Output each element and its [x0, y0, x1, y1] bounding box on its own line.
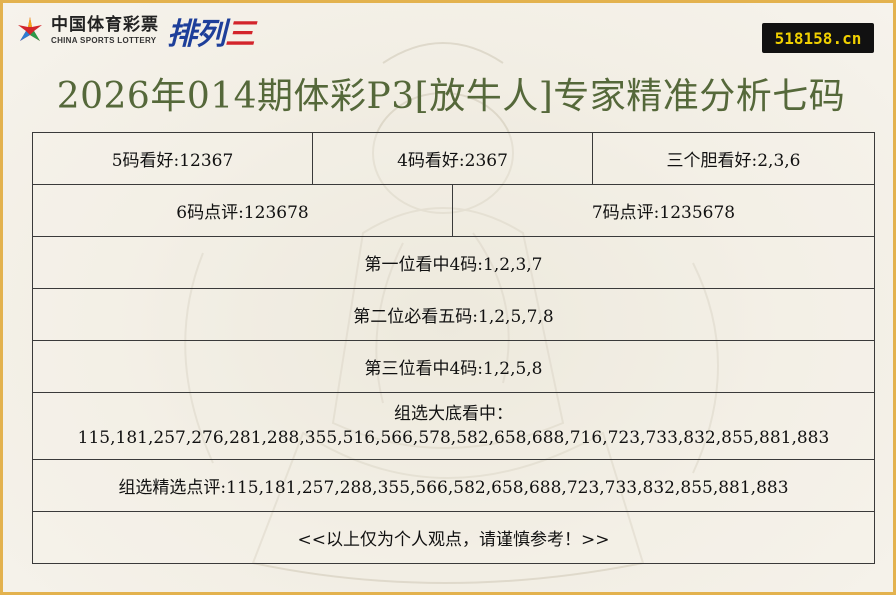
table-row: <<以上仅为个人观点，请谨慎参考！>>	[32, 511, 875, 564]
analysis-table: 5码看好:12367 4码看好:2367 三个胆看好:2,3,6 6码点评:12…	[32, 132, 875, 564]
lottery-star-icon	[18, 17, 42, 41]
group-selected-cell: 组选精选点评:115,181,257,288,355,566,582,658,6…	[32, 459, 875, 512]
series-text-pailie: 排列	[167, 17, 226, 52]
five-code-cell: 5码看好:12367	[32, 132, 313, 185]
three-dan-cell: 三个胆看好:2,3,6	[592, 132, 875, 185]
third-position-cell: 第三位看中4码:1,2,5,8	[32, 340, 875, 393]
table-row: 组选大底看中： 115,181,257,276,281,288,355,516,…	[32, 392, 875, 460]
table-row: 5码看好:12367 4码看好:2367 三个胆看好:2,3,6	[32, 132, 875, 185]
pailie-san-logo: 排列三	[167, 9, 255, 53]
table-row: 第一位看中4码:1,2,3,7	[32, 236, 875, 289]
disclaimer-cell: <<以上仅为个人观点，请谨慎参考！>>	[32, 511, 875, 564]
first-position-cell: 第一位看中4码:1,2,3,7	[32, 236, 875, 289]
page-title: 2026年014期体彩P3[放牛人]专家精准分析七码	[56, 76, 846, 117]
group-base-label: 组选大底看中：	[394, 404, 513, 424]
page-frame: 中国体育彩票 CHINA SPORTS LOTTERY 排列三 518158.c…	[0, 0, 896, 595]
seven-code-cell: 7码点评:1235678	[452, 184, 875, 237]
table-row: 第三位看中4码:1,2,5,8	[32, 340, 875, 393]
table-row: 6码点评:123678 7码点评:1235678	[32, 184, 875, 237]
table-row: 第二位必看五码:1,2,5,7,8	[32, 288, 875, 341]
site-badge[interactable]: 518158.cn	[762, 23, 874, 53]
second-position-cell: 第二位必看五码:1,2,5,7,8	[32, 288, 875, 341]
logo-chinese-text: 中国体育彩票	[51, 15, 159, 35]
logo-english-text: CHINA SPORTS LOTTERY	[51, 36, 157, 45]
four-code-cell: 4码看好:2367	[312, 132, 593, 185]
six-code-cell: 6码点评:123678	[32, 184, 453, 237]
china-sports-lottery-logo: 中国体育彩票 CHINA SPORTS LOTTERY 排列三	[13, 9, 255, 53]
series-text-san: 三	[225, 17, 255, 52]
group-base-cell: 组选大底看中： 115,181,257,276,281,288,355,516,…	[32, 392, 875, 460]
group-base-values: 115,181,257,276,281,288,355,516,566,578,…	[77, 428, 830, 448]
table-row: 组选精选点评:115,181,257,288,355,566,582,658,6…	[32, 459, 875, 512]
